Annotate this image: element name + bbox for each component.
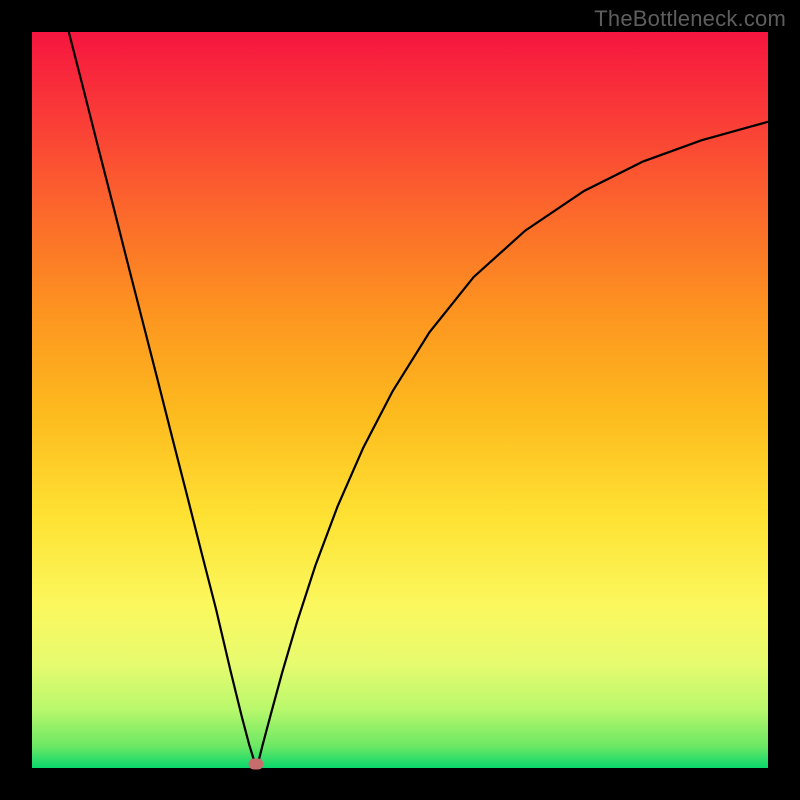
bottleneck-curve: [32, 32, 768, 768]
curve-path: [69, 32, 768, 768]
chart-frame: TheBottleneck.com: [0, 0, 800, 800]
attribution-label: TheBottleneck.com: [594, 6, 786, 32]
plot-area: [32, 32, 768, 768]
minimum-marker: [249, 759, 264, 770]
